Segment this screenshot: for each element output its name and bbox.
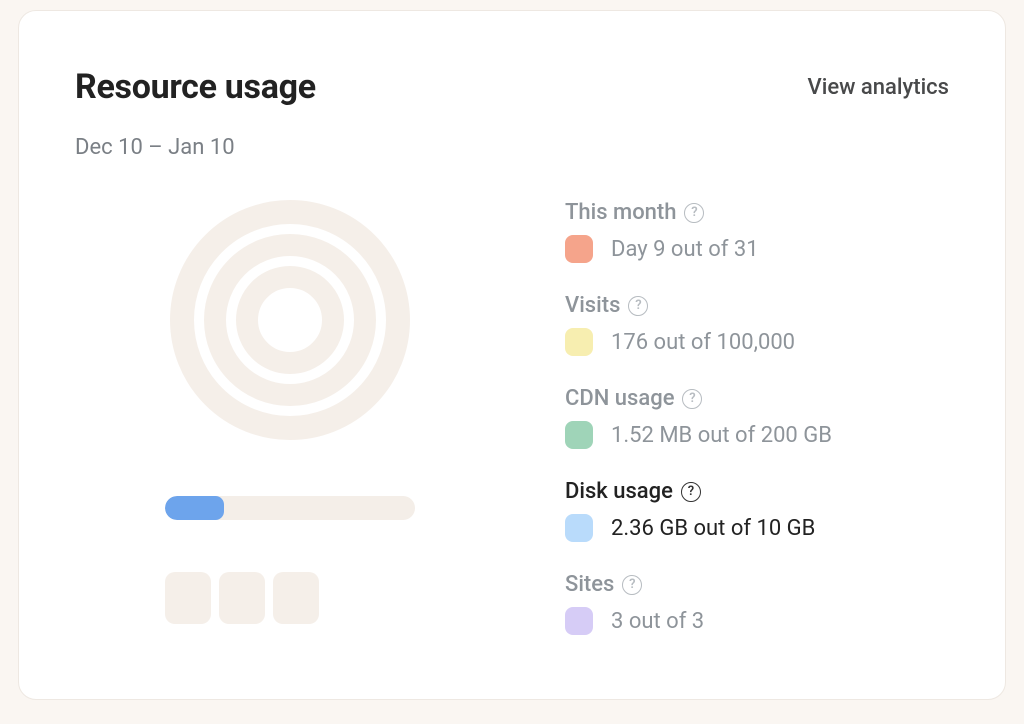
metric-value: 1.52 MB out of 200 GB xyxy=(611,423,832,448)
view-analytics-link[interactable]: View analytics xyxy=(808,75,949,100)
metric-label: This month xyxy=(565,200,676,225)
metric-swatch xyxy=(565,421,593,449)
site-square xyxy=(219,572,265,624)
metric-sites: Sites ? 3 out of 3 xyxy=(565,572,949,635)
metrics-list: This month ? Day 9 out of 31 Visits ? 17… xyxy=(565,200,949,635)
metric-disk-usage: Disk usage ? 2.36 GB out of 10 GB xyxy=(565,479,949,542)
metric-value-row: 1.52 MB out of 200 GB xyxy=(565,421,949,449)
site-square xyxy=(273,572,319,624)
metric-label-row: This month ? xyxy=(565,200,949,225)
metric-swatch xyxy=(565,235,593,263)
help-icon[interactable]: ? xyxy=(682,389,702,409)
date-range: Dec 10 – Jan 10 xyxy=(75,135,949,160)
metric-this-month: This month ? Day 9 out of 31 xyxy=(565,200,949,263)
metric-value: 176 out of 100,000 xyxy=(611,330,795,355)
metric-swatch xyxy=(565,607,593,635)
page-title: Resource usage xyxy=(75,67,316,107)
site-square xyxy=(165,572,211,624)
metric-value-row: 3 out of 3 xyxy=(565,607,949,635)
help-icon[interactable]: ? xyxy=(622,575,642,595)
metric-label: Sites xyxy=(565,572,614,597)
sites-chart xyxy=(165,572,319,624)
left-column xyxy=(75,196,505,635)
disk-usage-bar-fill xyxy=(165,496,224,520)
metric-label: CDN usage xyxy=(565,386,674,411)
disk-usage-bar xyxy=(165,496,415,520)
metric-value-row: 2.36 GB out of 10 GB xyxy=(565,514,949,542)
help-icon[interactable]: ? xyxy=(628,296,648,316)
metric-label-row: Visits ? xyxy=(565,293,949,318)
metric-value-row: Day 9 out of 31 xyxy=(565,235,949,263)
metric-value: 2.36 GB out of 10 GB xyxy=(611,516,815,541)
metric-visits: Visits ? 176 out of 100,000 xyxy=(565,293,949,356)
metric-swatch xyxy=(565,328,593,356)
metric-label: Visits xyxy=(565,293,620,318)
metric-cdn-usage: CDN usage ? 1.52 MB out of 200 GB xyxy=(565,386,949,449)
metric-label-row: Sites ? xyxy=(565,572,949,597)
metric-label: Disk usage xyxy=(565,479,673,504)
metric-value: 3 out of 3 xyxy=(611,609,704,634)
metric-label-row: Disk usage ? xyxy=(565,479,949,504)
metric-value: Day 9 out of 31 xyxy=(611,237,759,262)
metric-swatch xyxy=(565,514,593,542)
metric-label-row: CDN usage ? xyxy=(565,386,949,411)
help-icon[interactable]: ? xyxy=(681,482,701,502)
help-icon[interactable]: ? xyxy=(684,203,704,223)
radial-chart xyxy=(170,200,410,440)
header-row: Resource usage View analytics xyxy=(75,67,949,107)
resource-usage-card: Resource usage View analytics Dec 10 – J… xyxy=(18,10,1006,700)
metric-value-row: 176 out of 100,000 xyxy=(565,328,949,356)
content: This month ? Day 9 out of 31 Visits ? 17… xyxy=(75,196,949,635)
radial-ring-center xyxy=(260,290,320,350)
